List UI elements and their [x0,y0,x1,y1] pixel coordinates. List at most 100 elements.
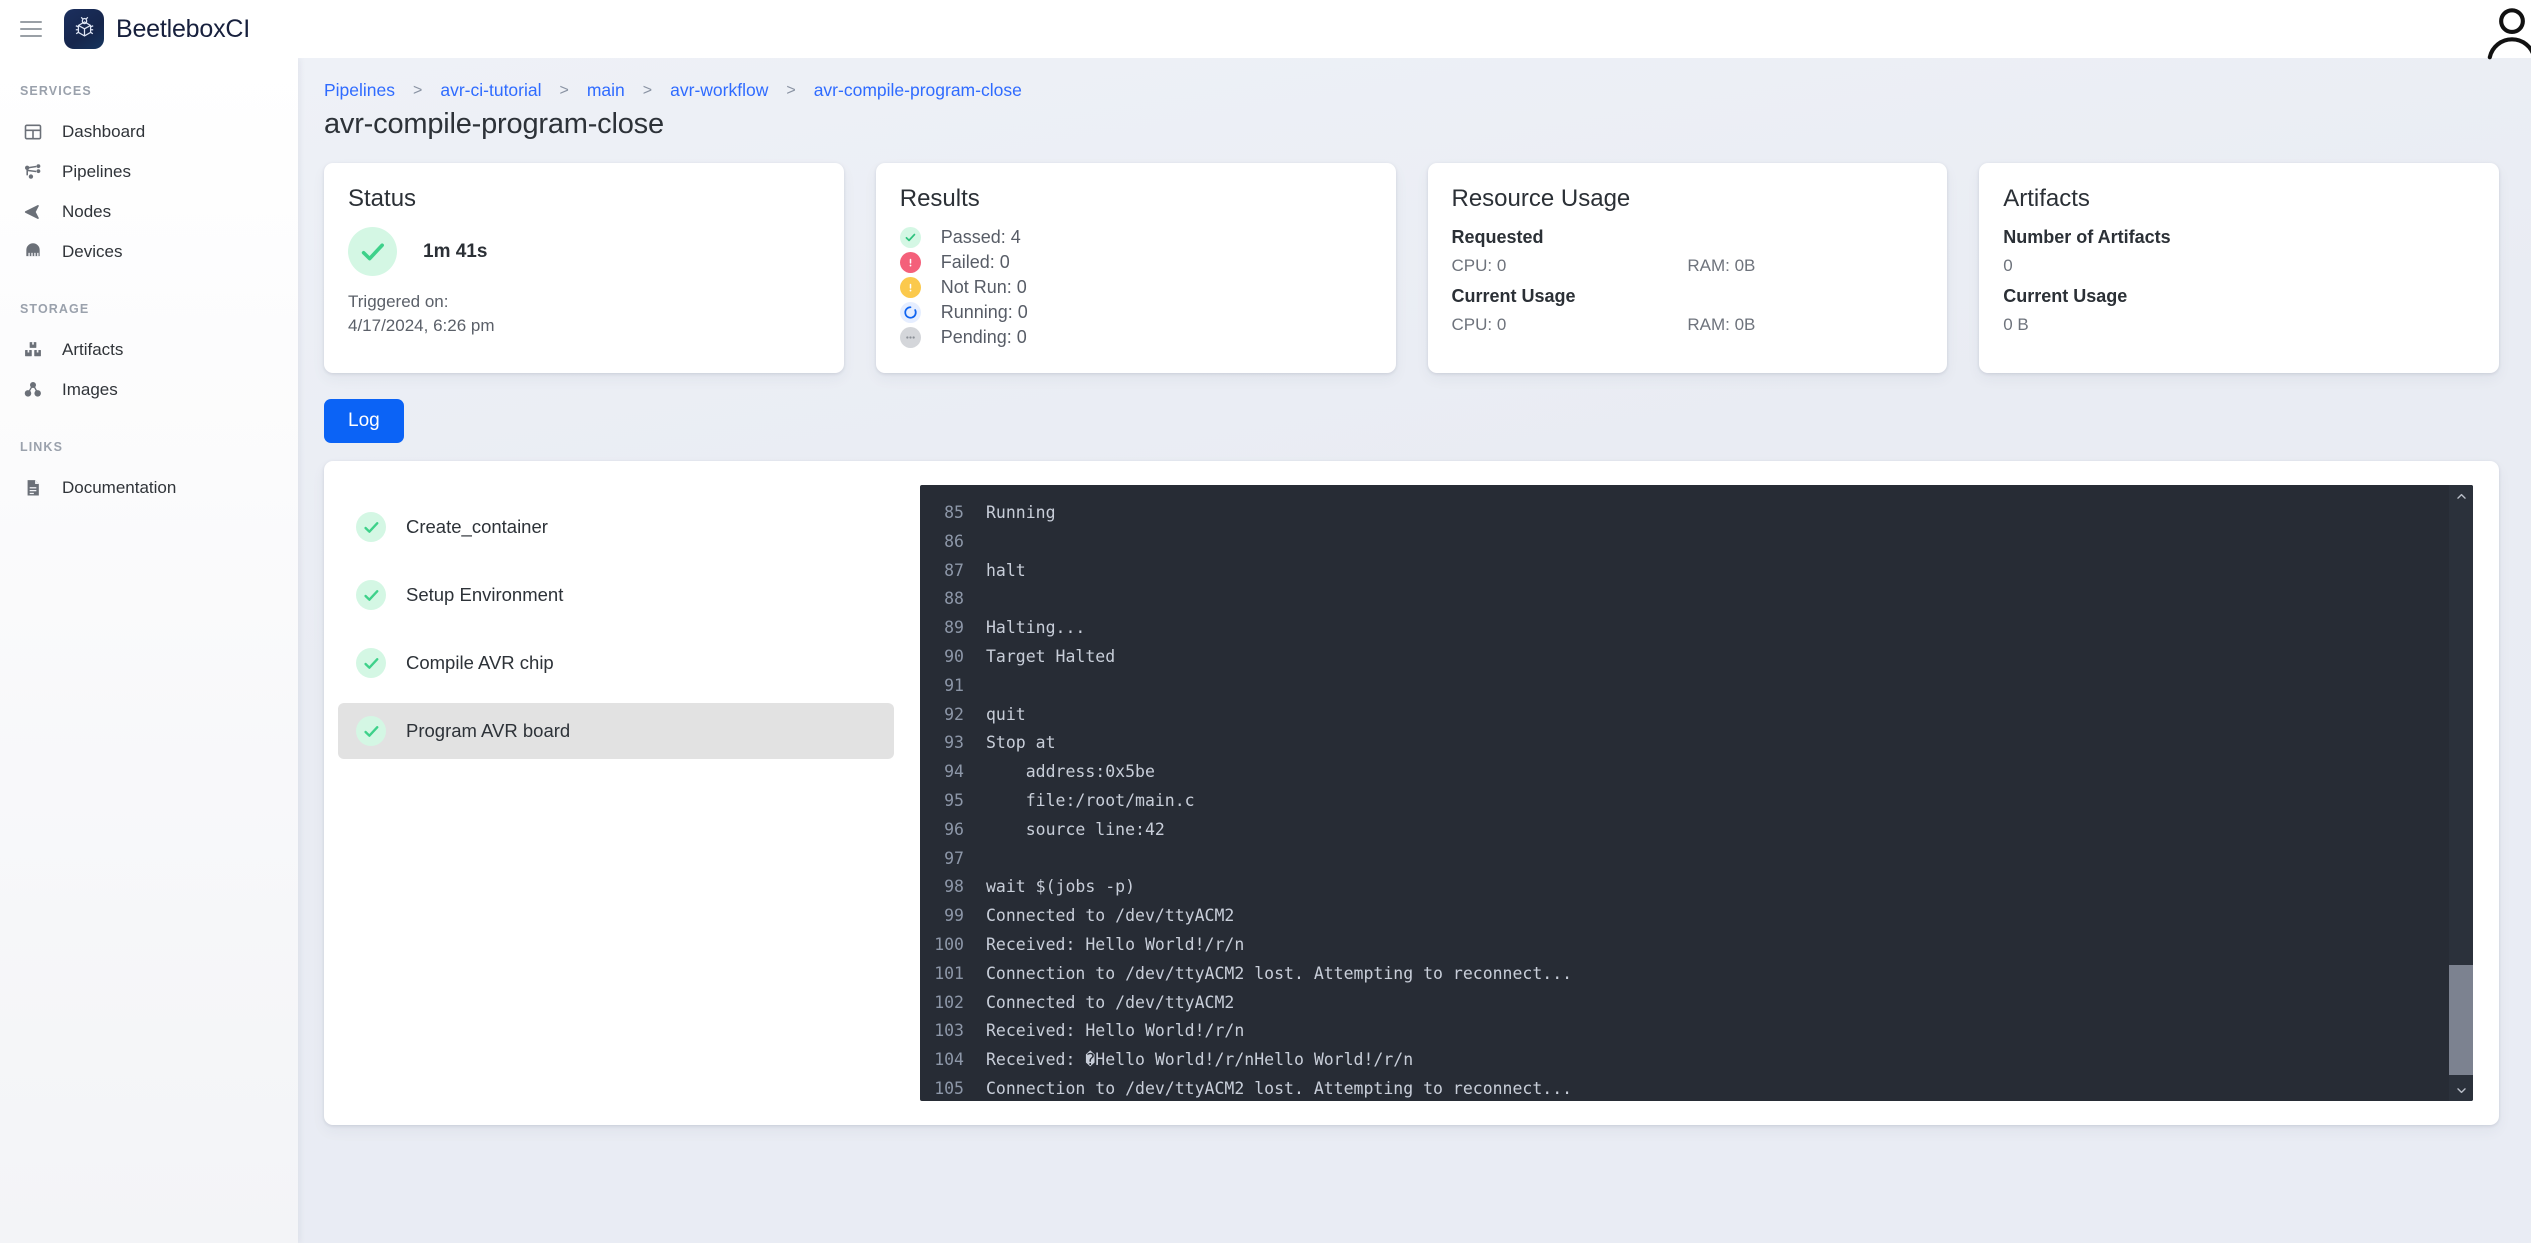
sidebar-item-label: Dashboard [62,122,146,141]
log-line-text: address:0x5be [986,762,1155,782]
step-item-setup-environment[interactable]: Setup Environment [338,567,894,623]
running-spinner-icon [899,302,921,323]
sidebar-item-images[interactable]: Images [0,370,298,410]
requested-ram: RAM: 0B [1687,256,1756,275]
artifacts-boxes-icon [22,339,44,361]
log-line: 104 Received: �Hello World!/r/nHello Worl… [920,1046,2473,1075]
step-label: Create_container [406,516,548,537]
log-line-number: 89 [944,618,964,638]
artifacts-usage-value: 0 B [2003,315,2029,334]
card-title: Status [348,185,417,212]
success-check-icon [356,512,386,542]
status-row: 1m 41s [348,227,820,276]
devices-port-icon [22,241,44,263]
chevron-down-icon[interactable] [2455,1079,2468,1101]
log-line: 90 Target Halted [920,643,2473,672]
sidebar-section-label: LINKS [20,440,63,454]
sidebar-item-nodes[interactable]: Nodes [0,192,298,232]
result-label: Pending: 0 [940,327,1027,347]
card-title: Resource Usage [1451,185,1631,212]
log-line: 87 halt [920,557,2473,586]
chevron-up-icon[interactable] [2455,485,2468,507]
sidebar-item-documentation[interactable]: Documentation [0,468,298,508]
images-cubes-icon [22,379,44,401]
scrollbar-track[interactable] [2449,507,2473,1079]
summary-cards: Status 1m 41s Triggered on: 4/17/2024, 6… [320,163,2499,373]
log-line-text: Stop at [986,733,1056,753]
step-item-create-container[interactable]: Create_container [338,499,894,555]
result-label: Failed: 0 [940,252,1010,272]
breadcrumb-item-pipelines[interactable]: Pipelines [324,80,395,101]
log-line-number: 92 [944,704,964,724]
log-line-number: 90 [944,646,964,666]
step-item-program-avr-board[interactable]: Program AVR board [338,703,894,759]
log-line-text: halt [986,560,1026,580]
sidebar-item-artifacts[interactable]: Artifacts [0,330,298,370]
artifacts-count-value: 0 [2003,256,2013,275]
resource-usage-card: Resource Usage Requested CPU: 0 RAM: 0B … [1427,163,1948,373]
log-line: 86 [920,528,2473,557]
hamburger-line [20,28,42,30]
log-line-text: wait $(jobs -p) [986,877,1136,897]
result-label: Not Run: 0 [940,277,1027,297]
log-line: 105 Connection to /dev/ttyACM2 lost. Atte… [920,1075,2473,1101]
log-line-text: Target Halted [986,646,1116,666]
step-item-compile-avr-chip[interactable]: Compile AVR chip [338,635,894,691]
artifacts-usage-label: Current Usage [2003,286,2128,306]
requested-cpu: CPU: 0 [1451,256,1507,275]
sidebar-item-label: Devices [62,242,123,261]
log-line-text: quit [986,704,1026,724]
sidebar-item-label: Pipelines [62,162,131,181]
log-line: 100 Received: Hello World!/r/n [920,931,2473,960]
requested-label: Requested [1451,227,1544,247]
body-row: SERVICES Dashboard Pipelines Nodes Devic… [0,58,2531,1243]
sidebar-item-dashboard[interactable]: Dashboard [0,112,298,152]
breadcrumb-separator: > [559,81,569,99]
document-page-icon [22,477,44,499]
log-line-text: Connection to /dev/ttyACM2 lost. Attempt… [986,1078,1573,1098]
breadcrumb-item-workflow[interactable]: avr-workflow [670,80,768,101]
step-label: Compile AVR chip [406,652,554,673]
tab-log[interactable]: Log [324,399,404,443]
log-line-text: Connection to /dev/ttyACM2 lost. Attempt… [986,963,1573,983]
log-line: 88 [920,585,2473,614]
sidebar-item-label: Documentation [62,478,177,497]
sidebar-item-devices[interactable]: Devices [0,232,298,272]
breadcrumb-item-project[interactable]: avr-ci-tutorial [440,80,541,101]
user-account-icon[interactable] [2481,2,2531,69]
hamburger-line [20,35,42,37]
breadcrumb-separator: > [642,81,653,99]
result-label: Passed: 4 [940,227,1021,247]
log-line-number: 85 [944,503,964,522]
hamburger-icon[interactable] [20,18,46,40]
console-scrollbar[interactable] [2449,485,2473,1101]
result-label: Running: 0 [940,302,1028,322]
log-line-number: 96 [944,819,964,839]
log-line: 85 Running [920,499,2473,528]
breadcrumb-item-branch[interactable]: main [587,80,625,101]
log-line-text: Received: Hello World!/r/n [986,934,1245,954]
page-title: avr-compile-program-close [324,108,664,140]
log-line-text: Received: �Hello World!/r/nHello World!/… [986,1050,1414,1070]
warning-exclamation-icon [899,277,921,298]
card-title: Artifacts [2003,185,2090,212]
artifacts-card: Artifacts Number of Artifacts 0 Current … [1979,163,2499,373]
log-line-number: 99 [944,906,964,926]
beetle-logo-icon[interactable] [64,9,104,49]
scrollbar-thumb[interactable] [2449,965,2473,1075]
log-line-number: 103 [934,1021,964,1041]
log-line: 99 Connected to /dev/ttyACM2 [920,902,2473,931]
log-console[interactable]: 85 Running 86 87 halt 88 89 Halting... 90 Target … [920,485,2473,1101]
error-exclamation-icon [899,252,921,273]
pending-ellipsis-icon [899,327,921,348]
log-line: 101 Connection to /dev/ttyACM2 lost. Atte… [920,960,2473,989]
sidebar-item-pipelines[interactable]: Pipelines [0,152,298,192]
result-row-failed: Failed: 0 [899,252,1372,273]
sidebar-section-label: STORAGE [20,302,90,316]
log-line-number: 98 [944,877,964,897]
breadcrumb-item-job[interactable]: avr-compile-program-close [814,80,1022,101]
log-line-text: Connected to /dev/ttyACM2 [986,906,1235,926]
log-line-number: 94 [944,762,964,782]
status-triggered-label: Triggered on: [348,292,449,311]
artifacts-count-label: Number of Artifacts [2003,227,2171,247]
